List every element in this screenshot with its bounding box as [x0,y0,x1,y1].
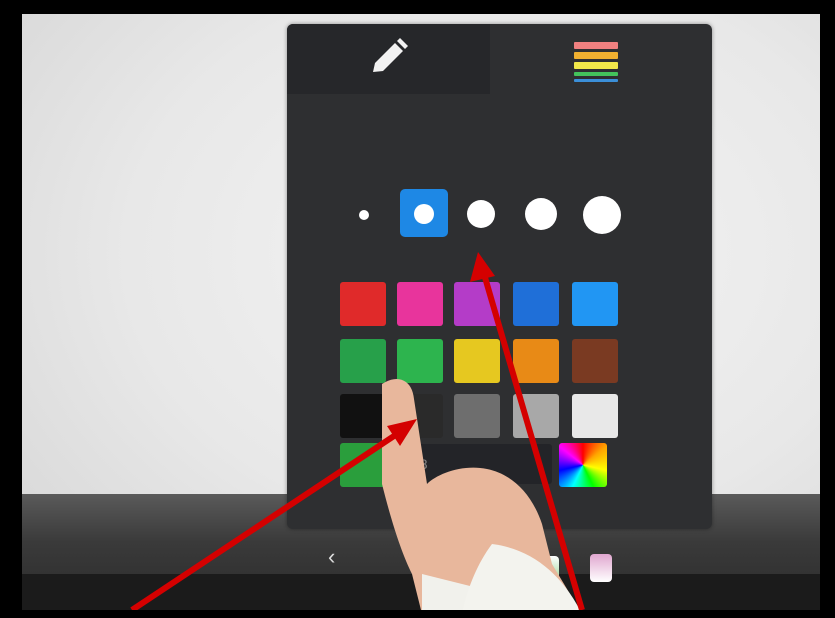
photo-frame: ‹ 88 [0,0,835,618]
arrow-to-black-swatch [130,431,399,610]
annotation-arrows [130,252,585,610]
whiteboard-photo: ‹ 88 [22,14,820,610]
arrow-head-pen-sizes [470,252,495,282]
arrow-head-black-swatch [387,419,417,446]
arrow-to-pen-sizes [481,273,585,610]
